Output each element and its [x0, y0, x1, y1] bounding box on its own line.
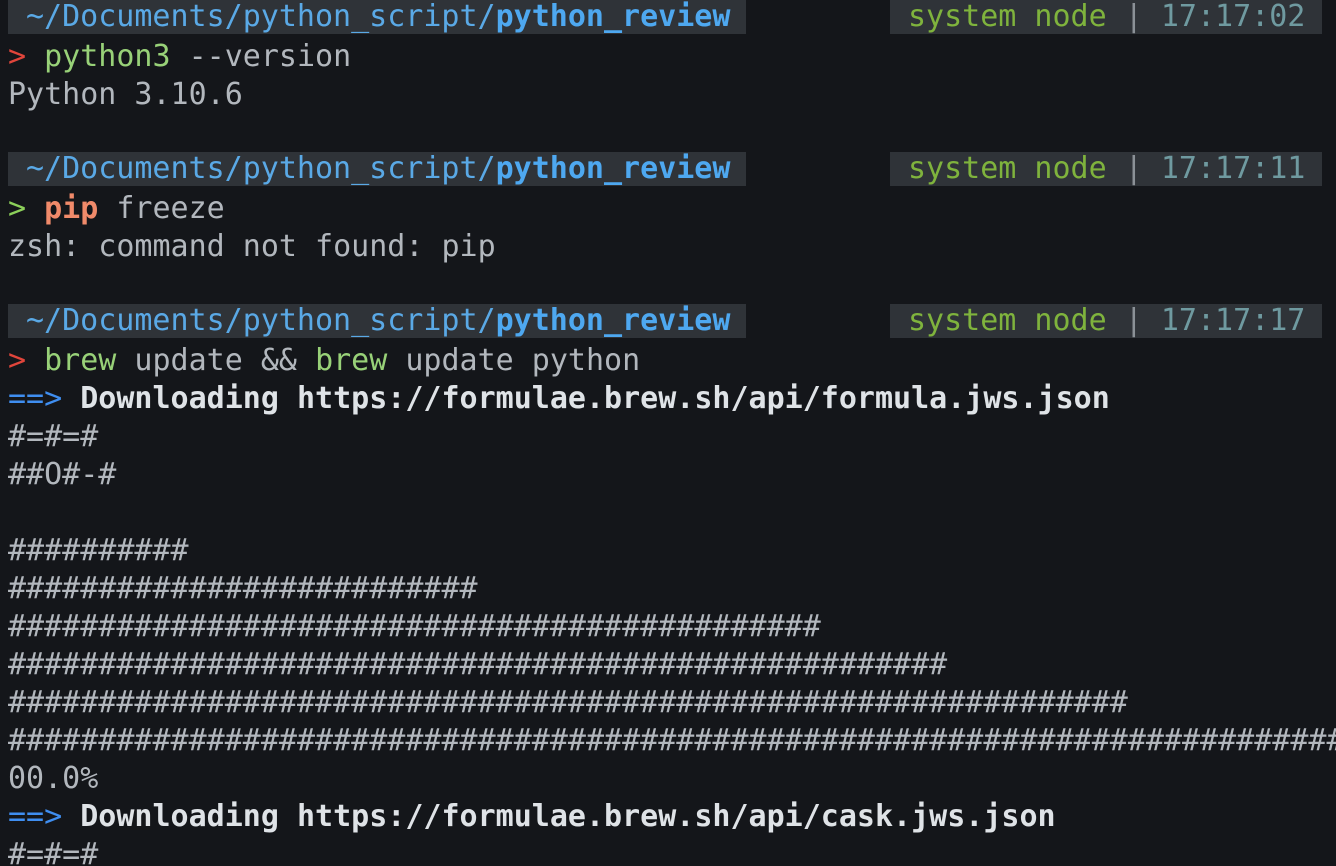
progress-line: ########################## [8, 571, 478, 606]
terminal-window[interactable]: ~/Documents/python_script/python_review … [0, 0, 1336, 866]
command-line: > brew update && brew update python [8, 342, 1336, 380]
progress-line: #=#=# [8, 419, 99, 454]
path-base: python_review [495, 304, 731, 338]
prompt-bar: ~/Documents/python_script/python_review … [8, 304, 1336, 342]
command-args: freeze [98, 191, 225, 226]
path-prefix: ~/Documents/python_script/ [26, 152, 496, 186]
download-line: ==> Downloading https://formulae.brew.sh… [8, 380, 1336, 418]
status-segment: system node | 17:17:02 [890, 0, 1322, 34]
progress-line: ##O#-# [8, 457, 117, 492]
download-line: ==> Downloading https://formulae.brew.sh… [8, 798, 1336, 836]
progress-line: ########################################… [8, 609, 821, 644]
command-name-2: brew [315, 343, 388, 378]
progress-line: ########################################… [8, 723, 1336, 758]
node-version: system node [908, 152, 1107, 186]
output-line: zsh: command not found: pip [8, 229, 496, 264]
path-prefix: ~/Documents/python_script/ [26, 304, 496, 338]
status-separator: | [1124, 304, 1143, 338]
timestamp: 17:17:11 [1160, 152, 1306, 186]
download-text: Downloading https://formulae.brew.sh/api… [62, 799, 1056, 834]
prompt-bar: ~/Documents/python_script/python_review … [8, 152, 1336, 190]
node-version: system node [908, 0, 1107, 34]
status-separator: | [1124, 0, 1143, 34]
path-segment: ~/Documents/python_script/python_review [8, 0, 746, 34]
progress-line: ########## [8, 533, 189, 568]
path-base: python_review [495, 0, 731, 34]
command-args: --version [170, 39, 352, 74]
progress-line: #=#=# [8, 837, 99, 866]
timestamp: 17:17:02 [1160, 0, 1306, 34]
path-segment: ~/Documents/python_script/python_review [8, 152, 746, 186]
status-segment: system node | 17:17:11 [890, 152, 1322, 186]
progress-line: ########################################… [8, 647, 948, 682]
command-line: > pip freeze [8, 190, 1336, 228]
node-version: system node [908, 304, 1107, 338]
path-segment: ~/Documents/python_script/python_review [8, 304, 746, 338]
prompt-bar: ~/Documents/python_script/python_review … [8, 0, 1336, 38]
arrow-marker: ==> [8, 799, 63, 834]
path-base: python_review [495, 152, 731, 186]
download-text: Downloading https://formulae.brew.sh/api… [62, 381, 1110, 416]
timestamp: 17:17:17 [1160, 304, 1306, 338]
command-args: update && [116, 343, 316, 378]
command-line: > python3 --version [8, 38, 1336, 76]
progress-percent: 00.0% [8, 761, 99, 796]
command-args-2: update python [387, 343, 641, 378]
status-segment: system node | 17:17:17 [890, 304, 1322, 338]
progress-line [8, 494, 1336, 532]
status-separator: | [1124, 152, 1143, 186]
output-line: Python 3.10.6 [8, 77, 243, 112]
progress-line: ########################################… [8, 685, 1128, 720]
path-prefix: ~/Documents/python_script/ [26, 0, 496, 34]
